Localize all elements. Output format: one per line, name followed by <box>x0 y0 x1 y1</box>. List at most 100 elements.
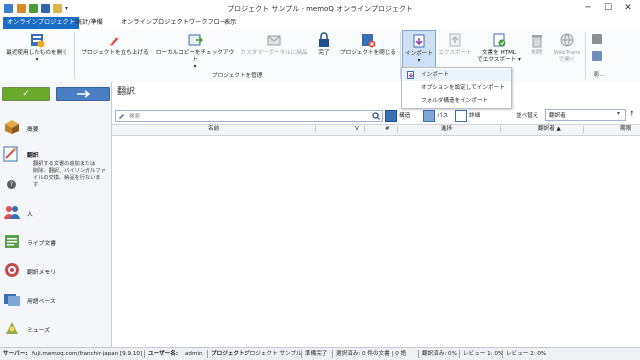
webtrans-label-2: で開く <box>558 57 576 63</box>
menu-item-import-folder[interactable]: フォルダ構造をインポート <box>402 95 511 107</box>
status-review1: レビュー 1: 0% <box>463 351 504 357</box>
nav-item-termbase[interactable]: 用語ベース <box>3 291 107 309</box>
nav-item-livedocs-label: ライブ文書 <box>27 241 56 247</box>
export-icon <box>447 32 463 48</box>
nav-item-muses[interactable]: ミューズ <box>3 320 107 338</box>
help-icon[interactable]: ? <box>7 180 16 189</box>
export-button[interactable]: エクスポート <box>436 32 474 57</box>
checkout-icon <box>187 32 204 48</box>
status-divider <box>301 350 302 358</box>
help-line: 削除、翻訳、バイリンガルファ <box>33 168 106 174</box>
html-icon <box>491 32 507 48</box>
close-button[interactable]: ✕ <box>621 2 635 14</box>
back-button[interactable] <box>56 87 110 101</box>
filter-structure-label[interactable]: 構造 <box>399 111 410 119</box>
small-tool-icon[interactable] <box>592 34 602 44</box>
nav-item-people[interactable]: 人 <box>3 204 107 222</box>
col-translator[interactable]: 翻訳者 ▲ <box>538 125 561 134</box>
people-icon <box>3 204 21 220</box>
deliver-portal-button[interactable]: カスタマーポータルに納品 <box>238 32 310 57</box>
status-bar: サーバー: fuji.memoq.com/franchir-japan [9.9… <box>0 347 640 360</box>
export-html-label-2: でエクスポート ▾ <box>477 57 521 63</box>
close-project-button[interactable]: プロジェクトを閉じる <box>338 32 398 57</box>
muse-icon <box>3 320 21 336</box>
chevron-down-icon: ▾ <box>617 110 621 117</box>
page-title: 翻訳 <box>117 87 136 97</box>
nav-item-muses-label: ミューズ <box>27 328 50 334</box>
col-name[interactable]: 名前 <box>208 125 219 134</box>
nav-item-tm[interactable]: 翻訳メモリ <box>3 262 107 280</box>
status-divider <box>459 350 460 358</box>
detail-toggle-icon[interactable] <box>455 110 467 122</box>
termbase-icon <box>3 291 21 307</box>
status-project-value: プロジェクト サンプル <box>244 351 302 357</box>
maximize-button[interactable]: ☐ <box>601 2 615 14</box>
delete-button[interactable]: 削除 <box>526 32 548 57</box>
col-number[interactable]: # <box>385 125 390 134</box>
nav-item-translation-label: 翻訳 <box>27 153 39 159</box>
small-settings-icon[interactable] <box>592 51 602 61</box>
search-placeholder: 検索 <box>129 114 141 120</box>
nav-item-overview[interactable]: 概要 <box>3 119 107 137</box>
menu-item-import[interactable]: インポート <box>402 69 511 81</box>
nav-item-translation[interactable]: 翻訳 ? 翻訳する文書の追加または 削除、翻訳、バイリンガルファ イルの交換、納… <box>3 146 107 208</box>
search-input[interactable]: 検索 <box>115 110 383 122</box>
translation-help-text: 翻訳する文書の追加または 削除、翻訳、バイリンガルファ イルの交換、納品を行ない… <box>33 161 107 189</box>
sort-direction-icon[interactable]: ↑ <box>629 110 635 118</box>
menu-item-import-label: インポート <box>421 72 449 78</box>
webtrans-button[interactable]: WebTrans で開く <box>552 32 582 64</box>
recent-icon <box>29 32 45 48</box>
nav-item-people-label: 人 <box>27 212 33 218</box>
import-button[interactable]: インポート ▾ <box>402 30 436 68</box>
deliver-portal-label: カスタマーポータルに納品 <box>240 50 308 56</box>
import-arrow: ▾ <box>417 58 421 64</box>
menu-item-import-options[interactable]: オプションを設定してインポート <box>402 82 511 94</box>
import-icon <box>407 71 415 79</box>
title-bar: ▾ プロジェクト サンプル - memoQ オンラインプロジェクト ─ ☐ ✕ <box>0 0 640 17</box>
status-user-value: admin <box>185 351 203 357</box>
window-title: プロジェクト サンプル - memoQ オンラインプロジェクト <box>227 5 413 13</box>
open-recent-button[interactable]: 最近使用したものを開く ▾ <box>4 32 70 64</box>
open-recent-arrow: ▾ <box>35 57 39 63</box>
filter-path-label[interactable]: パス <box>437 111 448 119</box>
help-line: イルの交換、納品を行ないま <box>33 175 101 181</box>
launch-project-label: プロジェクトを立ち上げる <box>81 50 149 56</box>
path-toggle-icon[interactable] <box>423 110 435 122</box>
launch-project-button[interactable]: プロジェクトを立ち上げる <box>78 32 152 57</box>
col-divider <box>315 126 316 133</box>
tab-statistics[interactable]: 統計/準備 <box>72 17 107 29</box>
minimize-button[interactable]: ─ <box>581 2 595 14</box>
export-html-button[interactable]: 文書を HTML でエクスポート ▾ <box>476 32 522 64</box>
nav-item-tm-label: 翻訳メモリ <box>27 270 56 276</box>
ok-button[interactable]: ✓ <box>2 87 50 101</box>
close-project-label: プロジェクトを閉じる <box>340 50 396 56</box>
tab-view[interactable]: 表示 <box>220 17 240 29</box>
complete-button[interactable]: 完了 <box>312 32 336 57</box>
tab-workflow[interactable]: オンラインプロジェクトワークフロー <box>117 17 230 29</box>
lock-icon <box>316 32 332 48</box>
sort-select[interactable]: 翻訳者 ▾ <box>545 109 626 121</box>
translation-memory-icon <box>3 262 21 278</box>
status-divider <box>502 350 503 358</box>
pencil-icon <box>118 112 125 119</box>
col-deadline[interactable]: 期限 <box>620 125 631 134</box>
import-icon <box>411 33 427 49</box>
checkout-local-button[interactable]: ローカルコピーをチェックアウト ▾ <box>154 32 236 71</box>
status-divider <box>332 350 333 358</box>
help-line: 翻訳する文書の追加または <box>33 161 96 167</box>
col-version[interactable]: V <box>355 125 359 134</box>
status-divider <box>207 350 208 358</box>
filter-detail-label[interactable]: 詳細 <box>469 111 480 119</box>
close-project-icon <box>360 32 376 48</box>
col-divider <box>397 126 398 133</box>
sort-label: 並べ替え <box>516 113 539 119</box>
search-icon[interactable] <box>372 112 380 120</box>
nav-item-livedocs[interactable]: ライブ文書 <box>3 233 107 251</box>
structure-toggle-icon[interactable] <box>385 110 397 122</box>
tab-online-project[interactable]: オンラインプロジェクト <box>3 17 79 29</box>
col-progress[interactable]: 進捗 <box>441 125 452 134</box>
open-recent-label: 最近使用したものを開く <box>6 50 68 56</box>
more-label[interactable]: 影... <box>594 70 605 78</box>
status-divider <box>418 350 419 358</box>
delete-label: 削除 <box>531 50 543 56</box>
